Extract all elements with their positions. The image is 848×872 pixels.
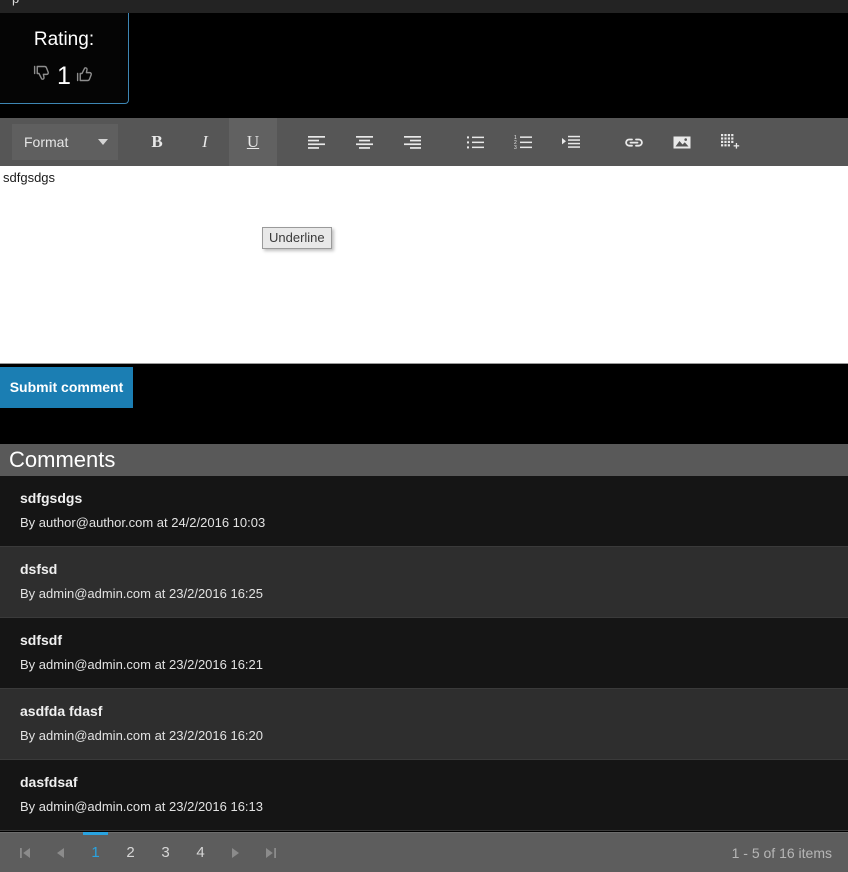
rating-controls: 1 (0, 63, 128, 90)
link-icon (624, 135, 644, 150)
image-button[interactable] (658, 118, 706, 166)
link-button[interactable] (610, 118, 658, 166)
comment-meta: By author@author.com at 24/2/2016 10:03 (20, 515, 266, 530)
last-page-icon (266, 847, 276, 858)
underline-label: U (246, 132, 260, 151)
rating-count: 1 (57, 62, 71, 90)
svg-text:3: 3 (514, 145, 517, 150)
submit-area: Submit comment (0, 365, 848, 427)
rating-box: Rating: 1 (0, 13, 129, 104)
align-center-button[interactable] (340, 118, 388, 166)
pager-next-button[interactable] (218, 833, 253, 872)
editor-content-area[interactable]: sdfgsdgs Underline (0, 166, 848, 364)
table-icon (720, 134, 740, 150)
comments-list: sdfgsdgs By author@author.com at 24/2/20… (0, 476, 848, 831)
underline-tooltip: Underline (262, 227, 332, 249)
comment-meta: By admin@admin.com at 23/2/2016 16:13 (20, 799, 264, 814)
pager-page-4[interactable]: 4 (183, 833, 218, 872)
pager-status-text: 1 - 5 of 16 items (731, 844, 832, 861)
first-page-icon (20, 847, 30, 858)
submit-comment-button[interactable]: Submit comment (0, 367, 133, 408)
underline-button[interactable]: U (229, 118, 277, 166)
align-right-button[interactable] (388, 118, 436, 166)
comments-section-header: Comments (0, 444, 848, 476)
chevron-down-icon (98, 139, 108, 145)
align-right-icon (403, 135, 421, 150)
indent-button[interactable] (547, 118, 595, 166)
indent-icon (562, 135, 580, 150)
comment-meta: By admin@admin.com at 23/2/2016 16:20 (20, 728, 264, 743)
format-dropdown[interactable]: Format (12, 124, 118, 160)
align-left-button[interactable] (292, 118, 340, 166)
top-partial-strip: p (0, 0, 848, 13)
align-center-icon (355, 135, 373, 150)
pager-prev-button[interactable] (43, 833, 78, 872)
comment-editor: Format B I U 1 2 3 sdfgsdgs Underline (0, 118, 848, 364)
prev-page-icon (57, 847, 64, 858)
pager-last-button[interactable] (253, 833, 288, 872)
italic-button[interactable]: I (181, 118, 229, 166)
align-left-icon (307, 135, 325, 150)
comment-list-item[interactable]: dsfsd By admin@admin.com at 23/2/2016 16… (0, 547, 848, 618)
comment-title: sdfsdf (20, 632, 62, 648)
rating-label: Rating: (33, 29, 95, 50)
comment-list-item[interactable]: sdfgsdgs By author@author.com at 24/2/20… (0, 476, 848, 547)
comment-title: dasfdsaf (20, 774, 78, 790)
comment-meta: By admin@admin.com at 23/2/2016 16:25 (20, 586, 264, 601)
editor-toolbar: Format B I U 1 2 3 (0, 118, 848, 166)
format-dropdown-label: Format (24, 134, 69, 150)
comment-title: sdfgsdgs (20, 490, 83, 506)
comment-title: asdfda fdasf (20, 703, 103, 719)
comment-list-item[interactable]: dasfdsaf By admin@admin.com at 23/2/2016… (0, 760, 848, 831)
thumbs-up-icon[interactable] (75, 63, 96, 90)
table-button[interactable] (706, 118, 754, 166)
comment-meta: By admin@admin.com at 23/2/2016 16:21 (20, 657, 264, 672)
numbered-list-icon: 1 2 3 (514, 135, 532, 150)
next-page-icon (232, 847, 239, 858)
pager-page-2[interactable]: 2 (113, 833, 148, 872)
comment-list-item[interactable]: sdfsdf By admin@admin.com at 23/2/2016 1… (0, 618, 848, 689)
bold-button[interactable]: B (133, 118, 181, 166)
numbered-list-button[interactable]: 1 2 3 (499, 118, 547, 166)
italic-label: I (202, 132, 208, 151)
bold-label: B (151, 132, 163, 151)
bullet-list-icon (466, 135, 484, 150)
pager-page-1[interactable]: 1 (78, 832, 113, 872)
comment-title: dsfsd (20, 561, 58, 577)
editor-content-text: sdfgsdgs (3, 170, 56, 185)
pager-page-3[interactable]: 3 (148, 833, 183, 872)
pagination-bar: 1 2 3 4 1 - 5 of 16 items (0, 832, 848, 872)
image-icon (673, 135, 691, 150)
top-cut-text: p (12, 0, 19, 5)
bullet-list-button[interactable] (451, 118, 499, 166)
thumbs-down-icon[interactable] (32, 63, 53, 90)
pager-first-button[interactable] (8, 833, 43, 872)
comment-list-item[interactable]: asdfda fdasf By admin@admin.com at 23/2/… (0, 689, 848, 760)
